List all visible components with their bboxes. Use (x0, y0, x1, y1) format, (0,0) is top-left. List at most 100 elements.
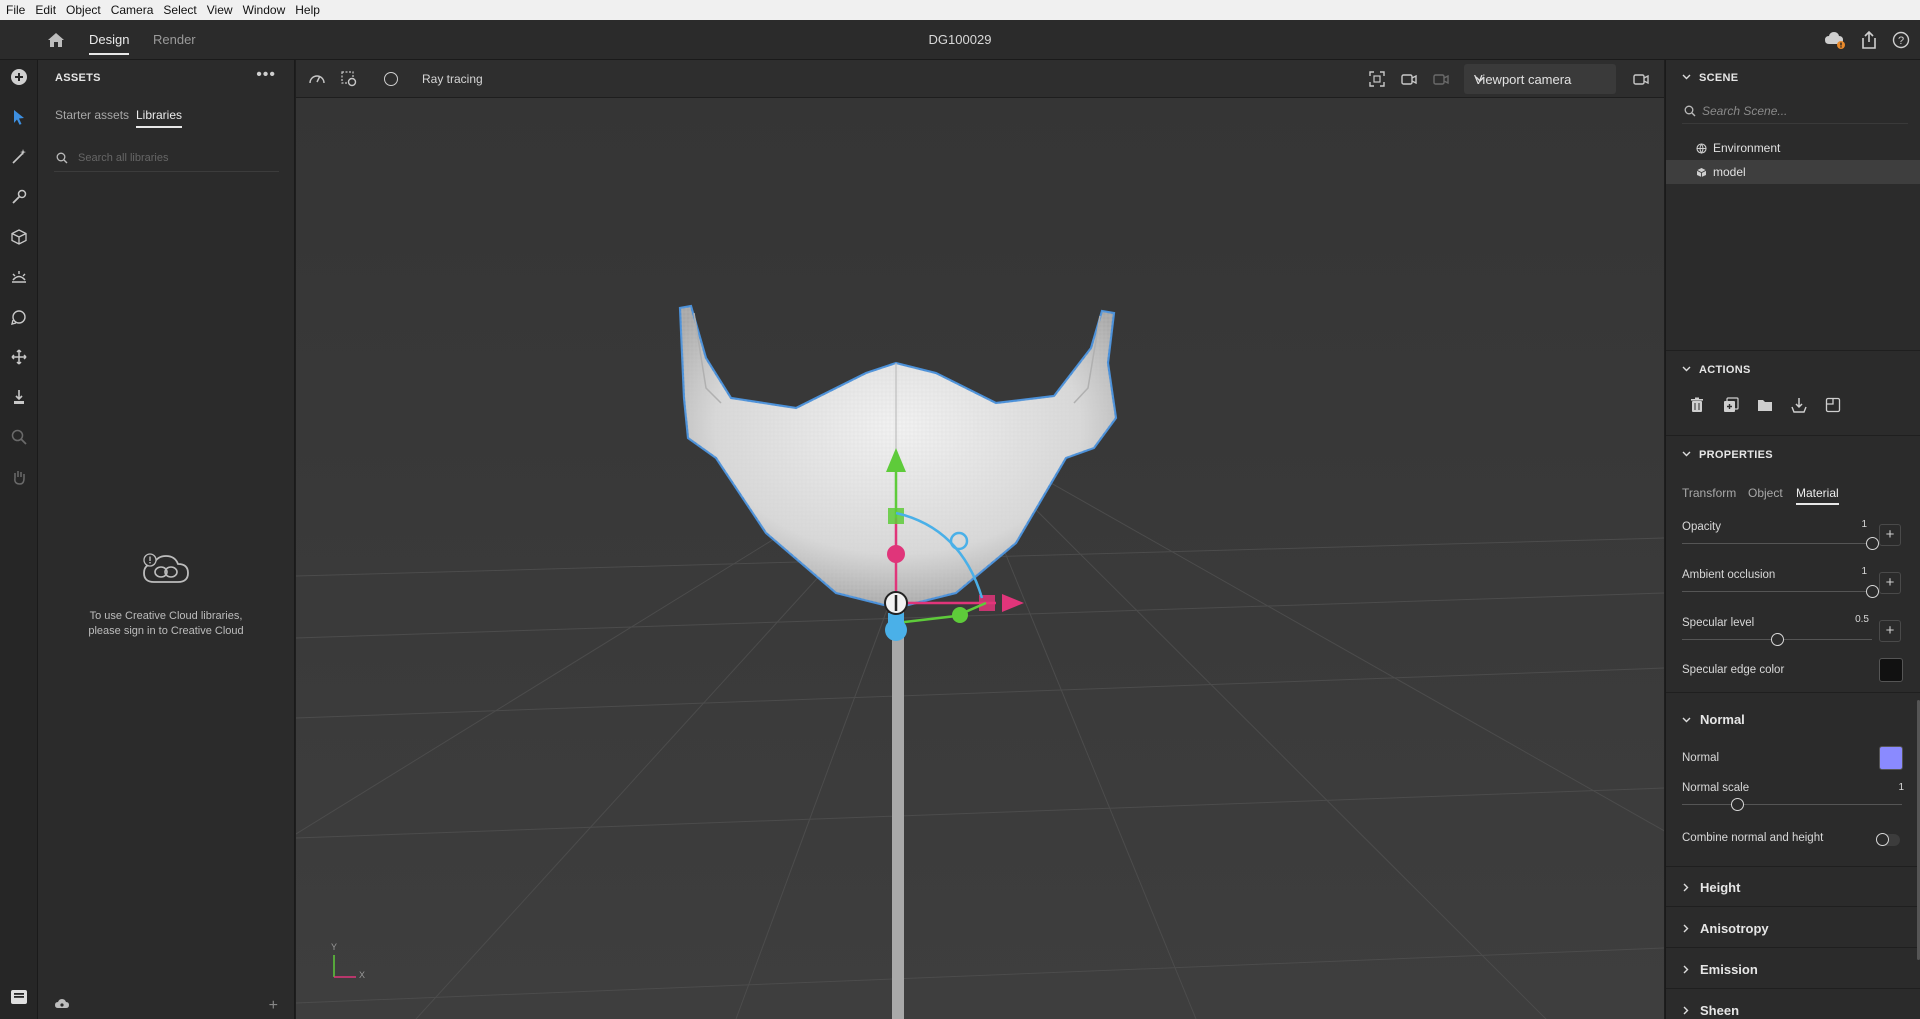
menu-camera[interactable]: Camera (111, 3, 154, 17)
sign-in-message-line1: To use Creative Cloud libraries, (89, 610, 243, 622)
drop-to-ground-icon[interactable] (8, 386, 30, 408)
add-library-icon[interactable]: + (269, 997, 278, 1015)
select-tool-icon[interactable] (8, 106, 30, 128)
actions-title: ACTIONS (1699, 364, 1751, 376)
axis-indicator: Y X (328, 942, 368, 988)
magic-select-icon[interactable] (8, 146, 30, 168)
add-content-icon[interactable] (8, 66, 30, 88)
menu-edit[interactable]: Edit (35, 3, 56, 17)
tab-starter-assets[interactable]: Starter assets (55, 108, 129, 122)
globe-icon (1696, 143, 1707, 157)
assets-panel: ASSETS ••• Starter assets Libraries To u… (38, 60, 295, 1019)
group-folder-icon[interactable] (1754, 394, 1776, 416)
menu-file[interactable]: File (6, 3, 25, 17)
scene-item-environment[interactable]: Environment (1666, 136, 1920, 160)
cloud-settings-icon[interactable] (54, 998, 70, 1013)
cloud-sync-warning-icon[interactable] (1824, 30, 1846, 50)
tab-object[interactable]: Object (1748, 486, 1783, 500)
slider-thumb[interactable] (1866, 585, 1879, 598)
menu-object[interactable]: Object (66, 3, 101, 17)
tab-libraries[interactable]: Libraries (136, 108, 183, 128)
camera-settings-icon[interactable] (1632, 70, 1650, 91)
slider-thumb[interactable] (1771, 633, 1784, 646)
chevron-down-icon (1682, 364, 1691, 376)
3d-viewport[interactable]: Ray tracing Viewport camera Y X (296, 60, 1664, 1019)
normal-scale-value: 1 (1898, 782, 1904, 793)
libraries-search-input[interactable] (78, 152, 268, 164)
panel-toggle-icon[interactable] (8, 986, 30, 1008)
normal-scale-slider[interactable] (1682, 798, 1902, 812)
camera-select[interactable]: Viewport camera (1464, 64, 1616, 94)
search-icon (1684, 105, 1696, 120)
right-panel: SCENE Environment model ACTIONS (1665, 60, 1920, 1019)
tab-render[interactable]: Render (153, 32, 196, 47)
performance-gauge-icon[interactable] (308, 70, 326, 89)
specular-level-add-texture-button[interactable]: + (1879, 620, 1901, 642)
opacity-add-texture-button[interactable]: + (1879, 524, 1901, 546)
3d-shape-icon[interactable] (8, 226, 30, 248)
tab-material[interactable]: Material (1796, 486, 1839, 505)
chevron-right-icon (1682, 880, 1692, 895)
package-icon[interactable] (1822, 394, 1844, 416)
anisotropy-section-header[interactable]: Anisotropy (1682, 921, 1769, 936)
scene-item-model[interactable]: model (1666, 160, 1920, 184)
assets-title: ASSETS (55, 72, 101, 84)
ray-tracing-toggle[interactable] (384, 72, 398, 86)
tab-transform[interactable]: Transform (1682, 486, 1736, 500)
scene-item-label: model (1713, 165, 1746, 179)
pan-hand-icon[interactable] (8, 466, 30, 488)
slider-thumb[interactable] (1866, 537, 1879, 550)
ambient-occlusion-add-texture-button[interactable]: + (1879, 572, 1901, 594)
orbit-icon[interactable] (8, 306, 30, 328)
opacity-value: 1 (1861, 519, 1867, 530)
camera-disabled-icon[interactable] (1432, 70, 1450, 91)
specular-edge-color-label: Specular edge color (1682, 664, 1785, 676)
divider (1666, 947, 1920, 948)
ray-tracing-label: Ray tracing (422, 72, 483, 86)
zoom-icon[interactable] (8, 426, 30, 448)
specular-level-label: Specular level (1682, 617, 1755, 629)
light-icon[interactable] (8, 266, 30, 288)
emission-section-header[interactable]: Emission (1682, 962, 1758, 977)
home-icon[interactable] (46, 31, 66, 49)
actions-section-header[interactable]: ACTIONS (1682, 364, 1751, 376)
divider (1666, 906, 1920, 907)
ambient-occlusion-label: Ambient occlusion (1682, 569, 1776, 581)
menu-view[interactable]: View (207, 3, 233, 17)
creative-cloud-icon (140, 552, 192, 591)
scene-search-input[interactable] (1702, 104, 1902, 118)
normal-label: Normal (1682, 752, 1720, 764)
export-icon[interactable] (1788, 394, 1810, 416)
share-icon[interactable] (1860, 30, 1878, 50)
more-options-icon[interactable]: ••• (256, 67, 276, 83)
normal-map-swatch[interactable] (1879, 746, 1903, 770)
ambient-occlusion-slider[interactable] (1682, 585, 1879, 599)
sheen-section-header[interactable]: Sheen (1682, 1003, 1739, 1018)
height-section-header[interactable]: Height (1682, 880, 1740, 895)
move-icon[interactable] (8, 346, 30, 368)
divider (1666, 866, 1920, 867)
render-settings-icon[interactable] (340, 70, 358, 91)
menu-help[interactable]: Help (295, 3, 320, 17)
menu-select[interactable]: Select (163, 3, 196, 17)
opacity-slider[interactable] (1682, 537, 1879, 551)
sample-material-icon[interactable] (8, 186, 30, 208)
camera-bookmark-icon[interactable] (1400, 70, 1418, 91)
properties-section-header[interactable]: PROPERTIES (1682, 449, 1773, 461)
specular-level-slider[interactable] (1682, 633, 1872, 647)
chevron-down-icon (1682, 712, 1692, 727)
emission-section-title: Emission (1700, 962, 1758, 977)
scene-section-header[interactable]: SCENE (1682, 72, 1738, 84)
specular-edge-color-swatch[interactable] (1879, 658, 1903, 682)
trash-icon[interactable] (1686, 394, 1708, 416)
tab-design[interactable]: Design (89, 32, 130, 55)
duplicate-icon[interactable] (1720, 394, 1742, 416)
menu-window[interactable]: Window (243, 3, 286, 17)
frame-selection-icon[interactable] (1368, 70, 1386, 91)
normal-section-header[interactable]: Normal (1682, 712, 1745, 727)
slider-thumb[interactable] (1731, 798, 1744, 811)
combine-normal-height-toggle[interactable] (1876, 833, 1900, 846)
menu-bar: File Edit Object Camera Select View Wind… (0, 0, 1920, 20)
opacity-label: Opacity (1682, 521, 1721, 533)
help-icon[interactable]: ? (1892, 30, 1910, 50)
